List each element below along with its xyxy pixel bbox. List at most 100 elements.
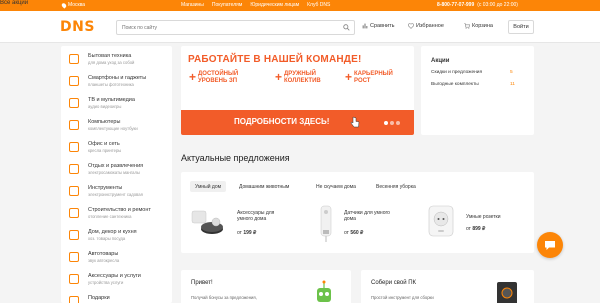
slide-dot[interactable] xyxy=(390,121,394,125)
sidebar-item-auto[interactable]: Автотовары звук автокресла xyxy=(61,249,172,271)
sidebar-item-tools[interactable]: Инструменты электроинструмент садовая xyxy=(61,183,172,205)
product-card[interactable]: Датчики для умного дома от 560 ₽ xyxy=(309,204,414,244)
chat-button[interactable] xyxy=(537,232,563,258)
tab-stay-home[interactable]: Не скучаем дома xyxy=(311,181,361,192)
sidebar-item-sub: отопление сантехника xyxy=(88,214,132,219)
hand-cursor-icon xyxy=(350,116,360,128)
printer-icon xyxy=(69,142,79,152)
sidebar-item-computers[interactable]: Компьютеры комплектующие ноутбуки xyxy=(61,117,172,139)
car-icon xyxy=(69,252,79,262)
sidebar-item-sub: электросамокаты мангалы xyxy=(88,170,140,175)
search-icon[interactable] xyxy=(343,24,350,31)
city-label: Москва xyxy=(68,2,86,8)
logo[interactable]: DNS xyxy=(60,17,94,36)
promo-link-bundles[interactable]: Выгодные комплекты xyxy=(431,82,479,87)
compare-icon xyxy=(362,23,368,29)
city-selector[interactable]: Москва xyxy=(60,1,86,9)
cart-label: Корзина xyxy=(472,23,493,29)
greeting-card[interactable]: Привет! Получай бонусы за предложения, xyxy=(181,270,351,303)
heart-icon xyxy=(408,23,414,29)
tab-spring-cleaning[interactable]: Весенняя уборка xyxy=(371,181,421,192)
sidebar-item-sub: для дома уход за собой xyxy=(88,60,135,65)
sidebar-item-leisure[interactable]: Отдых и развлечения электросамокаты манг… xyxy=(61,161,172,183)
slide-dot[interactable] xyxy=(396,121,400,125)
compare-label: Сравнить xyxy=(370,23,395,29)
search-input[interactable] xyxy=(117,21,337,34)
sidebar-item-title: Смартфоны и гаджеты xyxy=(88,75,147,81)
all-promos-button[interactable]: Все акции xyxy=(0,0,28,6)
hero-banner[interactable]: РАБОТАЙТЕ В НАШЕЙ КОМАНДЕ! + ДОСТОЙНЫЙ УРО… xyxy=(181,46,414,135)
product-name: умного дома xyxy=(237,216,267,222)
banner-dots xyxy=(384,121,400,125)
sidebar-item-sub: аудио видеоигры xyxy=(88,104,122,109)
slide-dot[interactable] xyxy=(384,121,388,125)
product-card[interactable]: Аксессуары для умного дома от 199 ₽ xyxy=(190,204,295,244)
gift-icon xyxy=(69,296,79,303)
product-price: 560 ₽ xyxy=(350,230,364,236)
sidebar-item-title: Автотовары xyxy=(88,251,119,257)
header: DNS Сравнить Избранное Корзина Войти xyxy=(0,11,600,43)
sidebar-item-title: Отдых и развлечения xyxy=(88,163,144,169)
cart-button[interactable]: Корзина xyxy=(464,23,493,29)
offers-title: Актуальные предложения xyxy=(181,153,290,163)
sidebar-item-repair[interactable]: Строительство и ремонт отопление сантехн… xyxy=(61,205,172,227)
benefit-line: РОСТ xyxy=(354,77,371,84)
compare-button[interactable]: Сравнить xyxy=(362,23,395,29)
product-name: Умные розетки xyxy=(466,214,501,220)
banner-benefit: + ДОСТОЙНЫЙ УРОВЕНЬ ЗП xyxy=(189,71,238,84)
login-button[interactable]: Войти xyxy=(508,20,534,34)
smart-socket-image xyxy=(428,205,454,237)
card-subtitle: Получай бонусы за предложения, xyxy=(191,295,257,300)
sidebar-item-title: Дом, декор и кухня xyxy=(88,229,137,235)
sidebar-item-accessories[interactable]: Аксессуары и услуги устройства услуги xyxy=(61,271,172,293)
top-link-legal[interactable]: Юридическим лицам xyxy=(250,2,299,8)
sidebar-item-appliances[interactable]: Бытовая техника для дома уход за собой xyxy=(61,51,172,73)
card-title: Собери свой ПК xyxy=(371,280,417,286)
favorites-button[interactable]: Избранное xyxy=(408,23,444,29)
top-link-club[interactable]: Клуб DNS xyxy=(307,2,330,8)
sidebar-item-title: Бытовая техника xyxy=(88,53,132,59)
location-pin-icon xyxy=(60,1,68,9)
tab-smart-home[interactable]: Умный дом xyxy=(190,181,227,192)
benefit-line: КАРЬЕРНЫЙ xyxy=(354,71,393,77)
robot-mascot-icon xyxy=(317,280,331,302)
accessories-icon xyxy=(69,274,79,284)
sidebar-item-home[interactable]: Дом, декор и кухня хоз. товары посуда xyxy=(61,227,172,249)
phone-number[interactable]: 8-800-77-07-999 xyxy=(437,2,474,8)
pc-builder-card[interactable]: Собери свой ПК Простой инструмент для сб… xyxy=(361,270,534,303)
product-name: дома xyxy=(344,216,356,222)
price-prefix: от xyxy=(466,226,471,232)
sidebar-item-office[interactable]: Офис и сеть кресла принтеры xyxy=(61,139,172,161)
tv-icon xyxy=(69,98,79,108)
sidebar-item-smartphones[interactable]: Смартфоны и гаджеты планшеты фототехника xyxy=(61,73,172,95)
promo-link-discounts[interactable]: Скидки и предложения xyxy=(431,70,482,75)
top-link-stores[interactable]: Магазины xyxy=(181,2,204,8)
product-price: 899 ₽ xyxy=(472,226,486,232)
benefit-line: КОЛЛЕКТИВ xyxy=(284,77,321,84)
cart-icon xyxy=(464,23,470,29)
sidebar-item-sub: хоз. товары посуда xyxy=(88,236,126,241)
sidebar-item-sub: планшеты фототехника xyxy=(88,82,134,87)
benefit-line: ДРУЖНЫЙ xyxy=(284,71,316,77)
benefit-line: ДОСТОЙНЫЙ xyxy=(198,71,239,77)
card-subtitle: Простой инструмент для сборки xyxy=(371,295,434,300)
product-card[interactable]: Умные розетки от 899 ₽ xyxy=(422,202,527,244)
price-prefix: от xyxy=(237,230,242,236)
sidebar-item-tv[interactable]: ТВ и мультимедиа аудио видеоигры xyxy=(61,95,172,117)
card-title: Привет! xyxy=(191,280,213,286)
product-price: 199 ₽ xyxy=(243,230,257,236)
smart-speaker-image xyxy=(191,210,223,234)
banner-cta[interactable]: ПОДРОБНОСТИ ЗДЕСЬ! xyxy=(181,110,414,135)
top-link-customers[interactable]: Покупателям xyxy=(212,2,242,8)
phone-hours: (с 03:00 до 22:00) xyxy=(477,2,518,8)
sidebar-item-gifts[interactable]: Подарки xyxy=(61,293,172,303)
washer-icon xyxy=(69,54,79,64)
computer-icon xyxy=(69,120,79,130)
banner-headline: РАБОТАЙТЕ В НАШЕЙ КОМАНДЕ! xyxy=(188,54,362,65)
banner-benefit: + ДРУЖНЫЙ КОЛЛЕКТИВ xyxy=(275,71,321,84)
tab-pets[interactable]: Домашним животным xyxy=(234,181,294,192)
plus-icon: + xyxy=(189,70,197,84)
banner-cta-label: ПОДРОБНОСТИ ЗДЕСЬ! xyxy=(234,117,330,126)
sidebar-item-sub: комплектующие ноутбуки xyxy=(88,126,138,131)
pc-case-icon xyxy=(497,282,517,303)
